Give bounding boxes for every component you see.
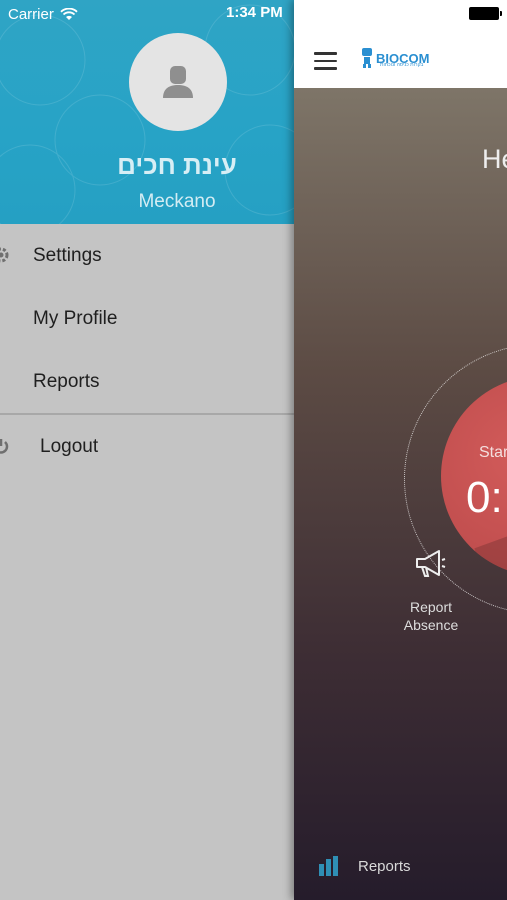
reports-tab-label[interactable]: Reports: [358, 858, 411, 875]
menu-item-label: Reports: [33, 370, 100, 392]
user-company: Meckano: [138, 191, 216, 212]
status-time: 1:34 PM: [226, 4, 283, 21]
start-label: Star: [479, 444, 507, 461]
user-icon: [163, 66, 193, 98]
report-absence-line2: Absence: [403, 617, 459, 633]
avatar[interactable]: [129, 33, 227, 131]
logo-subtitle: בקרות כניסה ונוכחות: [380, 62, 424, 68]
report-absence-line1: Report: [409, 599, 453, 615]
battery-icon: [469, 7, 502, 20]
menu-item-reports[interactable]: Reports: [0, 350, 294, 413]
timer-display: 0:: [466, 473, 503, 522]
menu-item-label: Settings: [33, 244, 102, 266]
logout-label: Logout: [40, 435, 99, 457]
side-drawer: עינת חכים Meckano Settings My Profile Re…: [0, 0, 294, 900]
main-panel: biocom בקרות כניסה ונוכחות He Star 0: Re…: [294, 0, 507, 900]
user-name: עינת חכים: [117, 150, 237, 180]
drawer-header: עינת חכים Meckano: [0, 0, 294, 224]
menu-item-my-profile[interactable]: My Profile: [0, 287, 294, 350]
drawer-menu: Settings My Profile Reports Logout: [0, 224, 294, 478]
menu-item-label: My Profile: [33, 307, 118, 329]
carrier-label: Carrier: [8, 5, 54, 23]
megaphone-icon[interactable]: [413, 546, 447, 580]
menu-item-settings[interactable]: Settings: [0, 224, 294, 287]
report-absence-button[interactable]: Report Absence: [396, 598, 466, 634]
home-content: He Star 0: Report Absence Reports: [294, 88, 507, 900]
power-icon: [0, 439, 9, 454]
menu-item-logout[interactable]: Logout: [0, 415, 294, 478]
wifi-icon: [60, 7, 78, 20]
hamburger-menu-button[interactable]: [314, 52, 337, 70]
robot-icon: [362, 48, 372, 68]
gear-icon: [0, 247, 9, 263]
bar-chart-icon[interactable]: [319, 856, 339, 876]
greeting-text: He: [482, 144, 507, 174]
biocom-logo: biocom בקרות כניסה ונוכחות: [360, 48, 429, 68]
